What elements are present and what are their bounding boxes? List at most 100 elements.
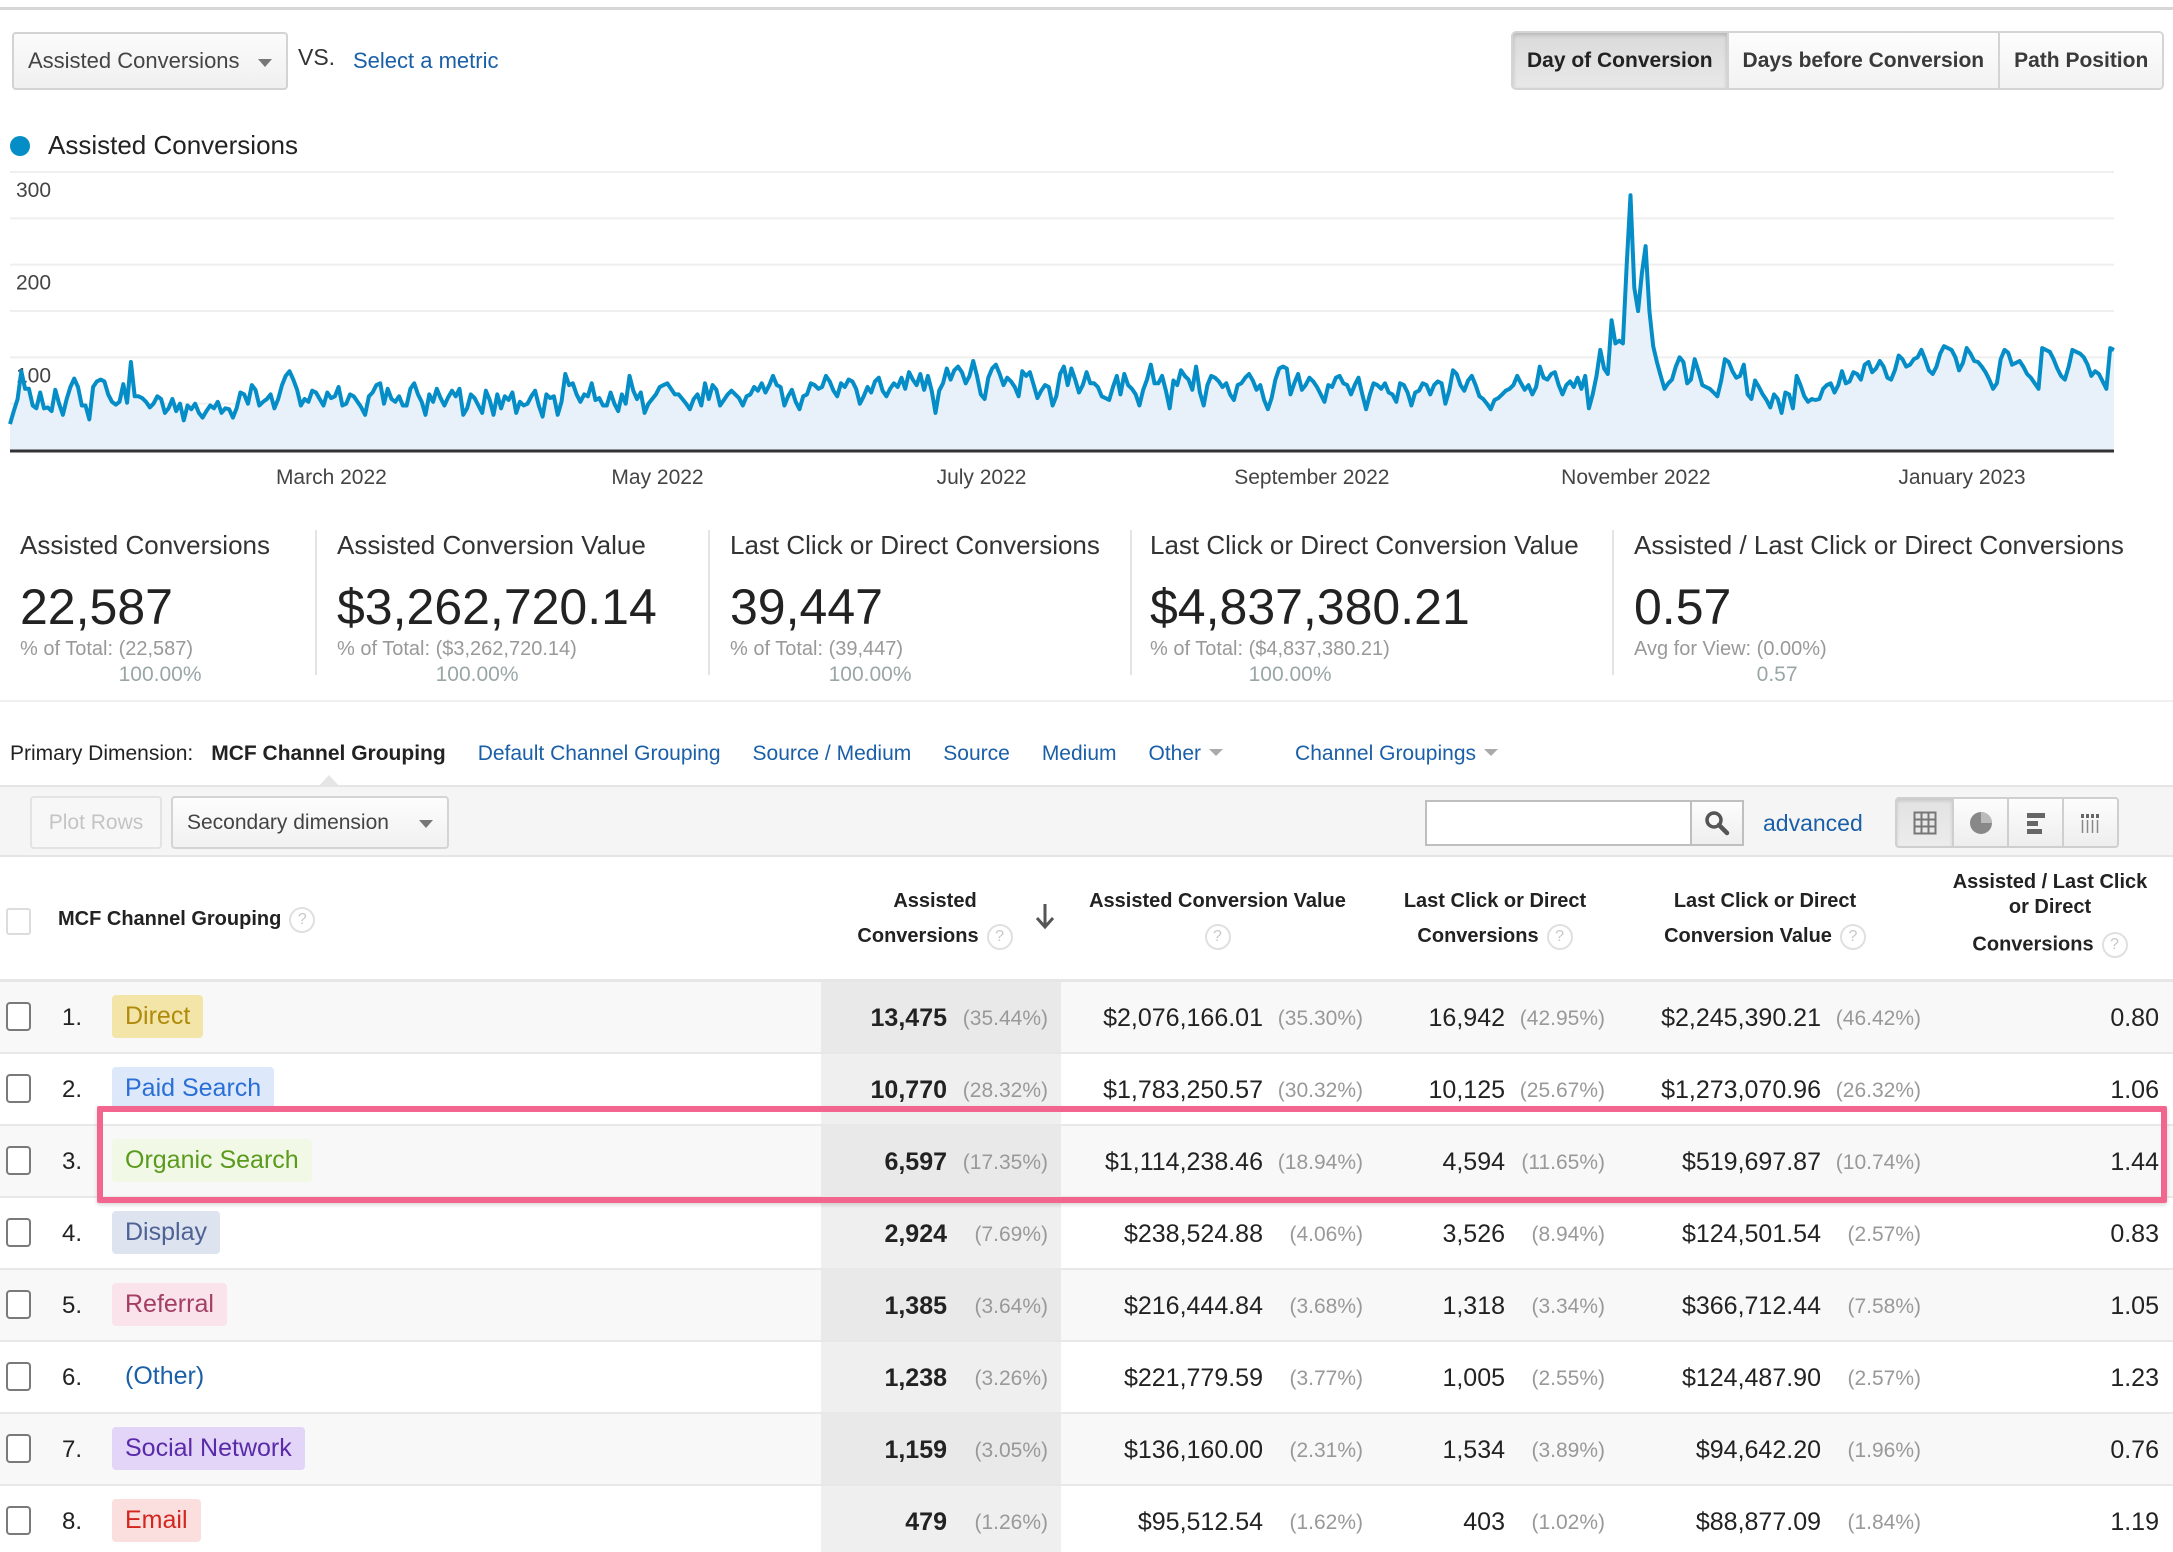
ratio-value: 1.23 bbox=[2110, 1364, 2159, 1392]
table-row[interactable]: 4. Display 2,924 (7.69%) $238,524.88 (4.06%) 3… bbox=[0, 1198, 2173, 1270]
table-row[interactable]: 1. Direct 13,475 (35.44%) $2,076,166.01 (35.3… bbox=[0, 982, 2173, 1054]
assisted-conversions-value: 479 bbox=[905, 1508, 947, 1536]
select-metric-link[interactable]: Select a metric bbox=[353, 48, 499, 74]
table-row[interactable]: 5. Referral 1,385 (3.64%) $216,444.84 (3.68%)… bbox=[0, 1270, 2173, 1342]
scorecard-ratio[interactable]: Assisted / Last Click or Direct Conversi… bbox=[1612, 520, 2173, 686]
last-click-conversion-value: $1,273,070.96 bbox=[1661, 1076, 1821, 1104]
tab-day-of-conversion[interactable]: Day of Conversion bbox=[1513, 33, 1727, 88]
chart-legend: Assisted Conversions bbox=[10, 130, 298, 161]
header-assisted-last-click-ratio[interactable]: Assisted / Last Click or Direct Conversi… bbox=[1920, 870, 2173, 958]
help-icon[interactable]: ? bbox=[986, 923, 1013, 950]
table-row[interactable]: 2. Paid Search 10,770 (28.32%) $1,783,250.57… bbox=[0, 1054, 2173, 1126]
row-checkbox[interactable] bbox=[6, 1290, 31, 1319]
metric-dropdown[interactable]: Assisted Conversions bbox=[12, 32, 288, 90]
scorecard-title: Assisted Conversion Value bbox=[337, 530, 646, 560]
secondary-dimension-dropdown[interactable]: Secondary dimension bbox=[171, 796, 449, 849]
dimension-source-medium[interactable]: Source / Medium bbox=[753, 742, 912, 766]
dimension-source[interactable]: Source bbox=[943, 742, 1010, 766]
secondary-dimension-label: Secondary dimension bbox=[187, 810, 389, 834]
row-index: 4. bbox=[62, 1220, 83, 1247]
channel-link[interactable]: Direct bbox=[112, 995, 204, 1038]
view-pie-button[interactable] bbox=[1952, 799, 2007, 846]
dimension-medium[interactable]: Medium bbox=[1042, 742, 1117, 766]
header-label-line2: Conversions bbox=[857, 925, 979, 947]
ratio-value: 1.19 bbox=[2110, 1508, 2159, 1536]
row-checkbox[interactable] bbox=[6, 1362, 31, 1391]
channel-link[interactable]: Display bbox=[112, 1211, 220, 1254]
channel-link[interactable]: (Other) bbox=[112, 1355, 217, 1398]
dimension-channel-groupings-dropdown[interactable]: Channel Groupings bbox=[1295, 742, 1498, 766]
last-click-conversion-value: $124,501.54 bbox=[1681, 1220, 1821, 1248]
x-tick-label: May 2022 bbox=[611, 466, 703, 489]
table-row[interactable]: 3. Organic Search 6,597 (17.35%) $1,114,238.… bbox=[0, 1126, 2173, 1198]
scorecard-last-click-conversions[interactable]: Last Click or Direct Conversions 39,447 … bbox=[708, 520, 1130, 686]
help-icon[interactable]: ? bbox=[1546, 923, 1573, 950]
last-click-conversions-value: 403 bbox=[1463, 1508, 1505, 1536]
search-button[interactable] bbox=[1690, 800, 1744, 846]
dimension-other-dropdown[interactable]: Other bbox=[1149, 742, 1224, 766]
sub-detail: ($3,262,720.14) bbox=[435, 638, 577, 660]
row-checkbox[interactable] bbox=[6, 1146, 31, 1175]
view-pivot-button[interactable] bbox=[2062, 799, 2117, 846]
advanced-filter-link[interactable]: advanced bbox=[1763, 810, 1863, 837]
scorecard-divider bbox=[315, 530, 317, 675]
channel-link[interactable]: Social Network bbox=[112, 1427, 305, 1470]
row-checkbox[interactable] bbox=[6, 1434, 31, 1463]
help-icon[interactable]: ? bbox=[289, 906, 316, 933]
sub-label: % of Total: bbox=[337, 638, 431, 660]
help-icon[interactable]: ? bbox=[1204, 923, 1231, 950]
help-icon[interactable]: ? bbox=[1839, 923, 1866, 950]
sub-pct: 100.00% bbox=[828, 663, 912, 686]
table-search-input[interactable] bbox=[1425, 800, 1691, 846]
plot-rows-button[interactable]: Plot Rows bbox=[30, 796, 162, 849]
assisted-conversion-value-pct: (2.31%) bbox=[1289, 1439, 1363, 1462]
chevron-down-icon bbox=[1209, 748, 1224, 756]
section-divider bbox=[0, 700, 2173, 702]
table-row[interactable]: 8. Email 479 (1.26%) $95,512.54 (1.62%) 403 (1.… bbox=[0, 1486, 2173, 1552]
header-mcf-channel-grouping[interactable]: MCF Channel Grouping? bbox=[58, 902, 316, 937]
summary-scorecards: Assisted Conversions 22,587 % of Total: … bbox=[0, 520, 2173, 686]
header-last-click-conversions[interactable]: Last Click or Direct Conversions? bbox=[1380, 884, 1610, 954]
table-row[interactable]: 7. Social Network 1,159 (3.05%) $136,160.00 (… bbox=[0, 1414, 2173, 1486]
sub-detail: (22,587) bbox=[118, 638, 194, 660]
pie-chart-icon bbox=[1969, 811, 1992, 834]
scorecard-value: 39,447 bbox=[730, 579, 883, 635]
row-checkbox[interactable] bbox=[6, 1002, 31, 1031]
scorecard-last-click-conversion-value[interactable]: Last Click or Direct Conversion Value $4… bbox=[1130, 520, 1612, 686]
x-axis-labels: March 2022 May 2022 July 2022 September 202… bbox=[276, 466, 2026, 489]
channel-link[interactable]: Referral bbox=[112, 1283, 227, 1326]
table-row[interactable]: 6. (Other) 1,238 (3.26%) $221,779.59 (3.77%) 1… bbox=[0, 1342, 2173, 1414]
dimension-default-channel-grouping[interactable]: Default Channel Grouping bbox=[478, 742, 721, 766]
y-axis-labels: 300200100 bbox=[16, 179, 51, 387]
select-all-checkbox[interactable] bbox=[6, 908, 31, 935]
view-performance-button[interactable] bbox=[2007, 799, 2062, 846]
last-click-conversion-value: $366,712.44 bbox=[1681, 1292, 1821, 1320]
row-checkbox[interactable] bbox=[6, 1506, 31, 1535]
sort-descending-icon[interactable] bbox=[1034, 902, 1056, 930]
row-checkbox[interactable] bbox=[6, 1074, 31, 1103]
scorecard-assisted-conversion-value[interactable]: Assisted Conversion Value $3,262,720.14 … bbox=[315, 520, 708, 686]
channel-link[interactable]: Organic Search bbox=[112, 1139, 312, 1182]
header-assisted-conversion-value[interactable]: Assisted Conversion Value ? bbox=[1070, 884, 1365, 954]
tab-days-before-conversion[interactable]: Days before Conversion bbox=[1726, 33, 1999, 88]
bar-chart-icon bbox=[2026, 812, 2045, 834]
pivot-table-icon bbox=[2080, 813, 2099, 833]
scorecard-value: $3,262,720.14 bbox=[337, 579, 657, 635]
scorecard-assisted-conversions[interactable]: Assisted Conversions 22,587 % of Total: … bbox=[0, 520, 315, 686]
tab-path-position[interactable]: Path Position bbox=[1998, 33, 2163, 88]
channel-link[interactable]: Email bbox=[112, 1499, 201, 1542]
view-data-table-button[interactable] bbox=[1897, 799, 1952, 846]
last-click-conversion-value-pct: (2.57%) bbox=[1847, 1223, 1921, 1246]
header-last-click-conversion-value[interactable]: Last Click or Direct Conversion Value? bbox=[1630, 884, 1900, 954]
row-index: 2. bbox=[62, 1076, 83, 1103]
help-icon[interactable]: ? bbox=[2101, 932, 2128, 958]
header-assisted-conversions[interactable]: Assisted Conversions? bbox=[830, 884, 1040, 954]
dimension-active: MCF Channel Grouping bbox=[211, 742, 446, 765]
channel-link[interactable]: Paid Search bbox=[112, 1067, 275, 1110]
ratio-value: 1.05 bbox=[2110, 1292, 2159, 1320]
row-checkbox[interactable] bbox=[6, 1218, 31, 1247]
legend-dot-icon bbox=[10, 135, 30, 156]
assisted-conversion-value-pct: (3.77%) bbox=[1289, 1367, 1363, 1390]
assisted-conversion-value: $221,779.59 bbox=[1123, 1364, 1263, 1392]
assisted-conversion-value-pct: (30.32%) bbox=[1277, 1079, 1363, 1102]
